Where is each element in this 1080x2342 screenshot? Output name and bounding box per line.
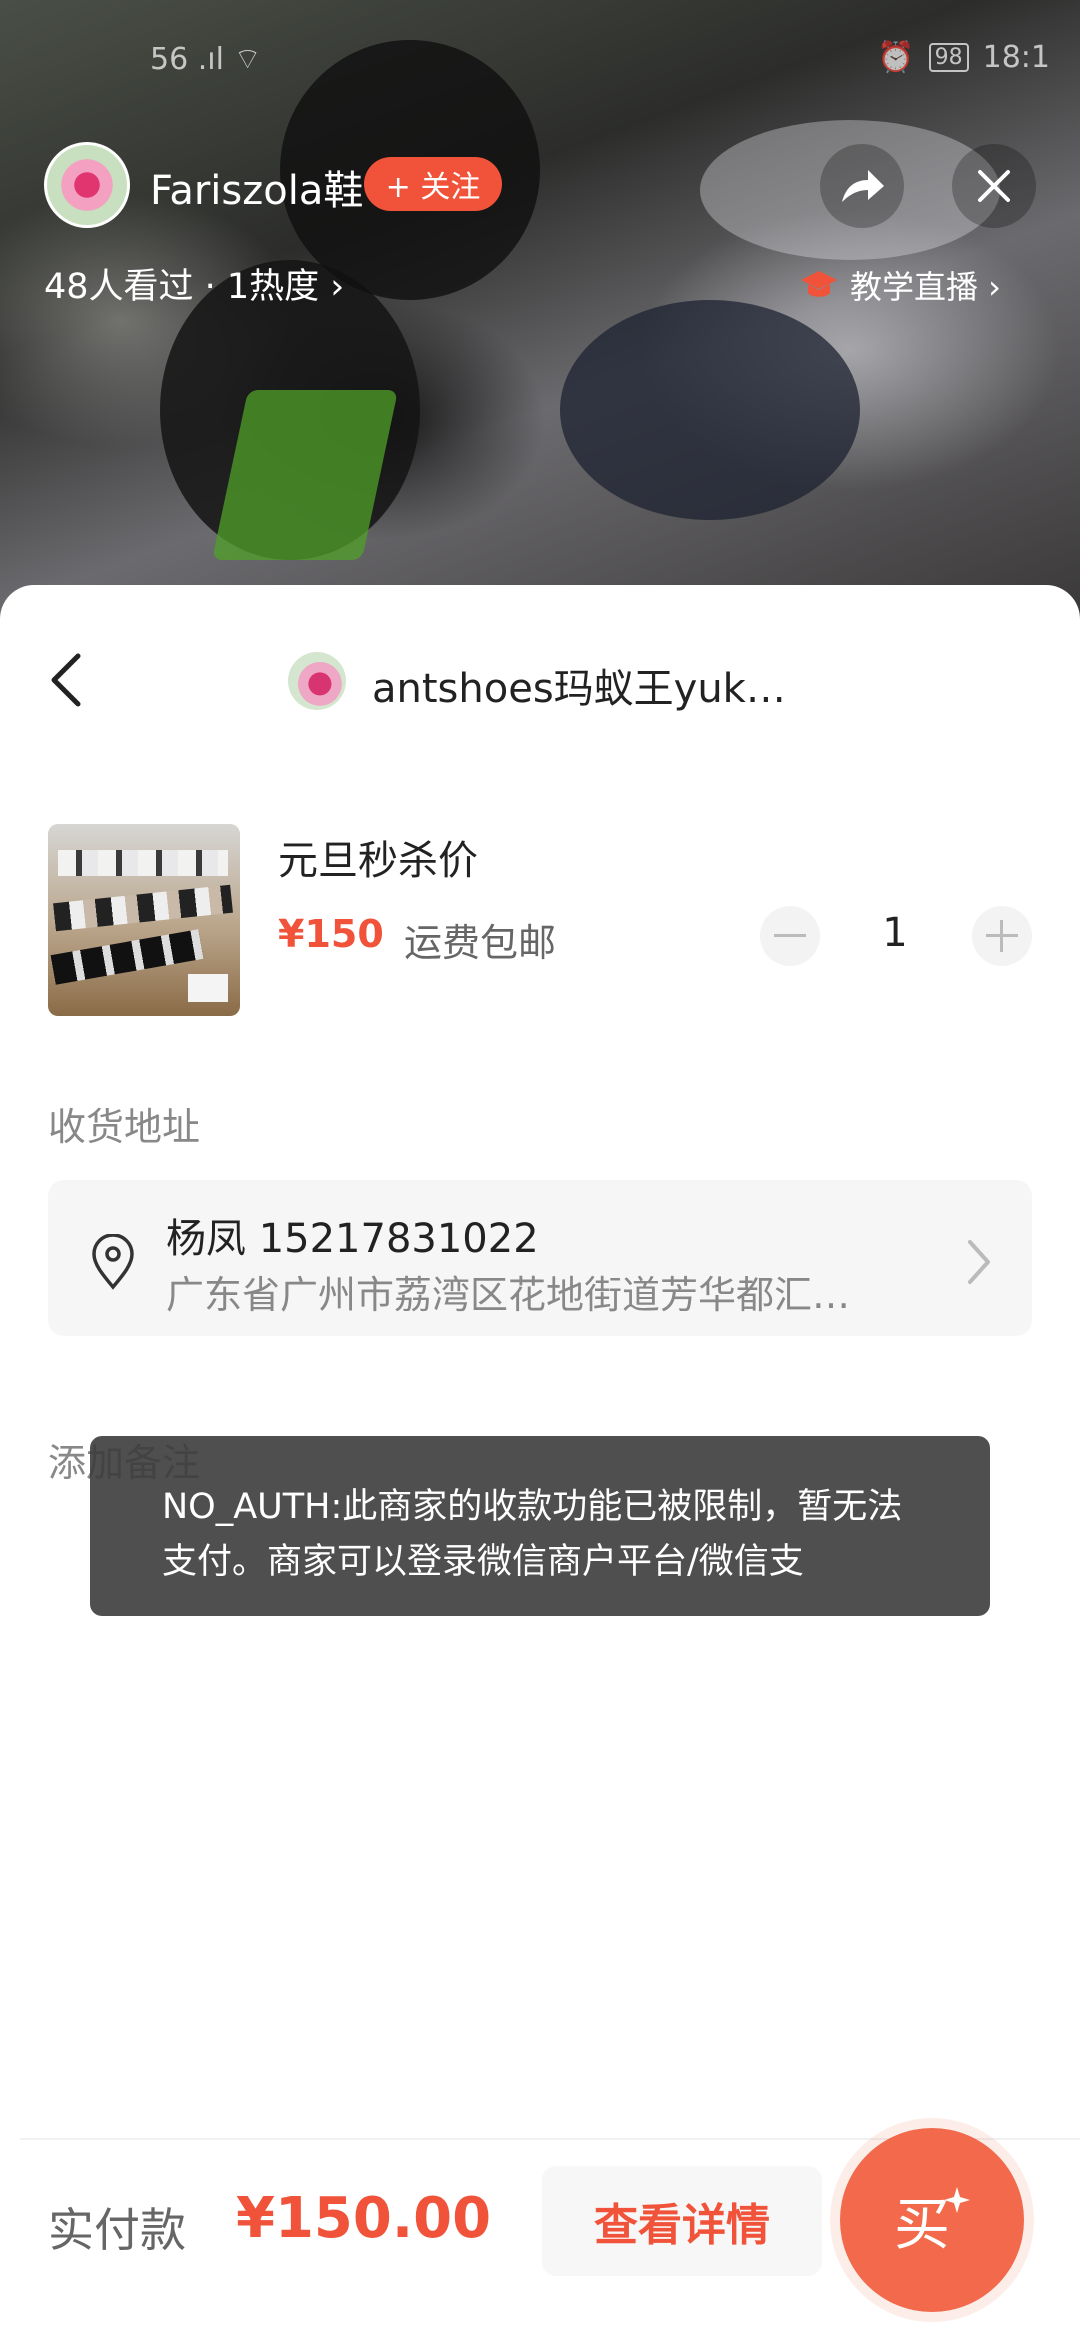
battery-indicator: 98 [928,43,969,72]
share-icon [842,170,884,202]
recipient-address: 广东省广州市荔湾区花地街道芳华都汇… [166,1273,851,1317]
shop-name[interactable]: antshoes玛蚁王yuk… [372,656,786,714]
product-image-detail [50,929,204,985]
product-thumbnail[interactable] [48,824,240,1016]
buy-button-label: 买 [894,2192,950,2258]
product-image-detail [58,850,228,876]
teaching-live-label: 教学直播 › [850,268,1001,306]
product-image-detail [53,884,233,932]
follow-button[interactable]: + 关注 [364,157,502,211]
sparkle-icon [944,2187,970,2213]
video-blur-shape [560,300,860,520]
host-avatar[interactable] [44,142,130,228]
close-button[interactable] [952,144,1036,228]
recipient-name-phone: 杨凤 15217831022 [166,1216,539,1262]
product-title: 元旦秒杀价 [278,838,478,884]
share-button[interactable] [820,144,904,228]
product-image-detail [188,974,228,1002]
back-arrow-icon[interactable] [46,650,86,710]
pay-total: ¥150.00 [236,2186,492,2251]
signal-wifi-indicator: 56 .ıl ⌔ [150,42,262,77]
alarm-icon: ⏰ [877,40,915,75]
live-video-background [0,0,1080,620]
quantity-increase-button[interactable] [972,906,1032,966]
address-section-label: 收货地址 [48,1105,201,1149]
shipping-info: 运费包邮 [404,921,557,965]
location-pin-icon [92,1234,134,1290]
quantity-value: 1 [882,910,908,956]
error-toast: NO_AUTH:此商家的收款功能已被限制，暂无法支付。商家可以登录微信商户平台/… [90,1436,990,1616]
graduation-cap-icon [801,271,837,297]
plus-icon [986,920,1018,952]
buy-button[interactable]: 买 [840,2128,1024,2312]
teaching-live-link[interactable]: 教学直播 › [800,262,1001,308]
host-name[interactable]: Fariszola鞋 [150,158,363,216]
product-price: ¥150 [278,912,384,956]
close-icon [978,170,1010,202]
minus-icon [774,934,806,937]
viewer-count[interactable]: 48人看过 · 1热度 › [44,258,344,309]
status-time: 18:1 [982,40,1050,75]
chevron-right-icon [968,1240,990,1284]
quantity-decrease-button[interactable] [760,906,820,966]
pay-amount-label: 实付款 [48,2203,186,2257]
view-details-button[interactable]: 查看详情 [542,2166,822,2276]
shop-avatar[interactable] [288,652,346,710]
status-bar: 56 .ıl ⌔ ⏰ 98 18:1 [0,40,1080,80]
